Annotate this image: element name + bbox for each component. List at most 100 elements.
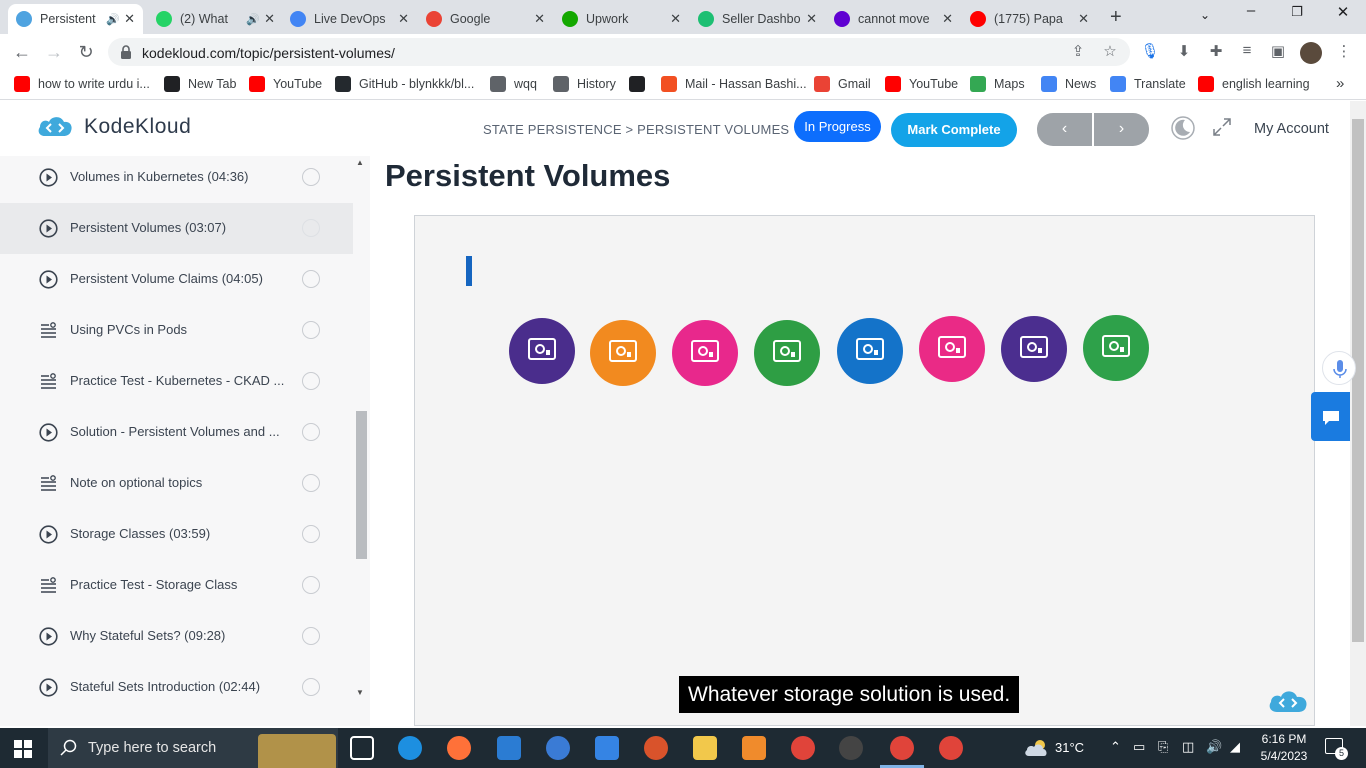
restore-icon[interactable]: ❐ bbox=[1282, 4, 1312, 20]
file-explorer-icon[interactable] bbox=[693, 736, 717, 760]
lesson-complete-checkbox[interactable] bbox=[302, 321, 320, 339]
bookmark-item[interactable]: New Tab bbox=[164, 76, 236, 92]
bookmark-item[interactable]: Translate bbox=[1110, 76, 1186, 92]
tab-close-icon[interactable]: ✕ bbox=[942, 11, 953, 27]
bookmark-star-icon[interactable]: ☆ bbox=[1100, 42, 1120, 62]
browser-tab[interactable]: Seller Dashbo ✕ bbox=[690, 4, 825, 34]
lesson-complete-checkbox[interactable] bbox=[302, 168, 320, 186]
address-bar[interactable]: kodekloud.com/topic/persistent-volumes/ … bbox=[108, 38, 1130, 66]
tab-close-icon[interactable]: ✕ bbox=[670, 11, 681, 27]
browser-tab[interactable]: Google ✕ bbox=[418, 4, 553, 34]
tab-close-icon[interactable]: ✕ bbox=[398, 11, 409, 27]
lesson-item[interactable]: Practice Test - Kubernetes - CKAD ... bbox=[0, 356, 353, 407]
device-icon[interactable]: ◫ bbox=[1182, 739, 1194, 755]
lesson-complete-checkbox[interactable] bbox=[302, 219, 320, 237]
lesson-complete-checkbox[interactable] bbox=[302, 678, 320, 696]
lesson-complete-checkbox[interactable] bbox=[302, 423, 320, 441]
forward-icon[interactable]: → bbox=[42, 42, 66, 63]
reading-list-icon[interactable]: ≡ bbox=[1237, 42, 1257, 62]
settings-app-icon[interactable] bbox=[742, 736, 766, 760]
bookmark-item[interactable]: english learning bbox=[1198, 76, 1310, 92]
battery-icon[interactable]: ▭ bbox=[1133, 739, 1145, 755]
scroll-down-arrow-icon[interactable]: ▼ bbox=[356, 688, 364, 697]
tab-close-icon[interactable]: ✕ bbox=[124, 11, 135, 27]
back-icon[interactable]: ← bbox=[10, 42, 34, 63]
chrome-icon[interactable] bbox=[791, 736, 815, 760]
bookmark-item[interactable]: how to write urdu i... bbox=[14, 76, 150, 92]
new-tab-button[interactable]: + bbox=[1110, 6, 1122, 29]
lesson-complete-checkbox[interactable] bbox=[302, 372, 320, 390]
fullscreen-icon[interactable] bbox=[1211, 116, 1233, 138]
lesson-item[interactable]: Persistent Volumes (03:07) bbox=[0, 203, 353, 254]
my-account-link[interactable]: My Account bbox=[1254, 121, 1329, 137]
microsoft-store-icon[interactable] bbox=[497, 736, 521, 760]
profile-avatar[interactable] bbox=[1300, 42, 1322, 64]
close-window-icon[interactable]: ✕ bbox=[1328, 3, 1358, 21]
extensions-puzzle-icon[interactable]: ✚ bbox=[1206, 42, 1226, 62]
weather-temperature[interactable]: 31°C bbox=[1055, 740, 1084, 755]
tray-expand-icon[interactable]: ⌃ bbox=[1110, 739, 1121, 755]
side-panel-icon[interactable]: ▣ bbox=[1268, 42, 1288, 62]
lesson-item[interactable]: Storage Classes (03:59) bbox=[0, 509, 353, 560]
lesson-item[interactable]: Using PVCs in Pods bbox=[0, 305, 353, 356]
bookmarks-more-button[interactable]: » bbox=[1336, 75, 1344, 92]
browser-tab[interactable]: (1775) Papa ✕ bbox=[962, 4, 1097, 34]
voice-extension-icon[interactable]: 🎙 bbox=[1140, 42, 1160, 62]
tab-close-icon[interactable]: ✕ bbox=[264, 11, 275, 27]
chrome-profile-h-icon[interactable] bbox=[939, 736, 963, 760]
tab-close-icon[interactable]: ✕ bbox=[534, 11, 545, 27]
browser-tab[interactable]: Live DevOps ✕ bbox=[282, 4, 417, 34]
wifi-icon[interactable]: ◢ bbox=[1230, 739, 1240, 755]
lesson-complete-checkbox[interactable] bbox=[302, 525, 320, 543]
in-progress-button[interactable]: In Progress bbox=[794, 111, 881, 142]
video-player[interactable]: Whatever storage solution is used. bbox=[414, 215, 1315, 726]
brand-name[interactable]: KodeKloud bbox=[84, 115, 191, 139]
bookmark-item[interactable]: Maps bbox=[970, 76, 1025, 92]
lesson-complete-checkbox[interactable] bbox=[302, 627, 320, 645]
mail-icon[interactable] bbox=[595, 736, 619, 760]
chrome-menu-icon[interactable]: ⋮ bbox=[1334, 42, 1354, 62]
bookmark-item[interactable]: News bbox=[1041, 76, 1096, 92]
network-icon[interactable]: ⎘ bbox=[1158, 739, 1168, 755]
lesson-item[interactable]: Solution - Persistent Volumes and ... bbox=[0, 407, 353, 458]
clock-time[interactable]: 6:16 PM bbox=[1258, 732, 1310, 746]
bookmark-item[interactable]: YouTube bbox=[249, 76, 322, 92]
sidebar-scrollbar-thumb[interactable] bbox=[356, 411, 367, 559]
volume-icon[interactable]: 🔊 bbox=[1206, 739, 1222, 755]
bookmark-item[interactable]: wqq bbox=[490, 76, 537, 92]
zoom-app-icon[interactable] bbox=[546, 736, 570, 760]
bookmark-item[interactable] bbox=[629, 76, 653, 92]
edge-browser-icon[interactable] bbox=[398, 736, 422, 760]
bookmark-item[interactable]: YouTube bbox=[885, 76, 958, 92]
lesson-item[interactable]: Volumes in Kubernetes (04:36) bbox=[0, 156, 353, 203]
browser-tab[interactable]: cannot move ✕ bbox=[826, 4, 961, 34]
browser-tab[interactable]: Upwork ✕ bbox=[554, 4, 689, 34]
windows-start-icon[interactable] bbox=[14, 740, 32, 758]
lesson-item[interactable]: Persistent Volume Claims (04:05) bbox=[0, 254, 353, 305]
clock-date[interactable]: 5/4/2023 bbox=[1258, 749, 1310, 763]
chrome-profile-icon[interactable] bbox=[890, 736, 914, 760]
tab-search-icon[interactable]: ⌄ bbox=[1190, 8, 1220, 22]
weather-cloud-icon[interactable] bbox=[1023, 738, 1051, 758]
lesson-complete-checkbox[interactable] bbox=[302, 576, 320, 594]
firefox-icon[interactable] bbox=[447, 736, 471, 760]
scroll-up-arrow-icon[interactable]: ▲ bbox=[356, 158, 364, 167]
previous-lesson-button[interactable]: ‹ bbox=[1037, 113, 1092, 146]
minimize-icon[interactable]: – bbox=[1236, 2, 1266, 19]
dark-mode-icon[interactable] bbox=[1170, 115, 1196, 141]
lesson-item[interactable]: Note on optional topics bbox=[0, 458, 353, 509]
lesson-item[interactable]: Why Stateful Sets? (09:28) bbox=[0, 611, 353, 662]
browser-tab[interactable]: Persistent 🔊 ✕ bbox=[8, 4, 143, 34]
share-icon[interactable]: ⇪ bbox=[1068, 42, 1088, 62]
reload-icon[interactable]: ↻ bbox=[74, 42, 98, 63]
tab-close-icon[interactable]: ✕ bbox=[1078, 11, 1089, 27]
task-view-icon[interactable] bbox=[350, 736, 374, 760]
download-extension-icon[interactable]: ⬇ bbox=[1174, 42, 1194, 62]
mark-complete-button[interactable]: Mark Complete bbox=[891, 113, 1017, 147]
bookmark-item[interactable]: Gmail bbox=[814, 76, 871, 92]
camera-app-icon[interactable] bbox=[839, 736, 863, 760]
lesson-item[interactable]: Stateful Sets Introduction (02:44) bbox=[0, 662, 353, 713]
bookmark-item[interactable]: History bbox=[553, 76, 616, 92]
app-spiral-icon[interactable] bbox=[644, 736, 668, 760]
chat-support-button[interactable] bbox=[1311, 392, 1350, 441]
